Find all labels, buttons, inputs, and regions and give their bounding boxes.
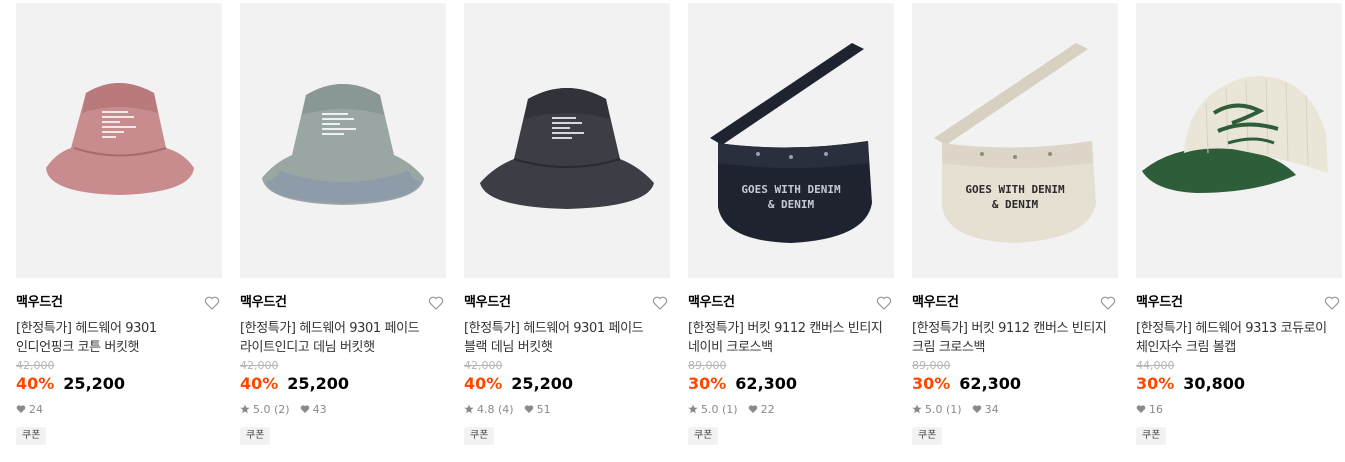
product-image[interactable] [240, 3, 446, 278]
like-count: 51 [536, 402, 551, 416]
product-image[interactable]: GOES WITH DENIM & DENIM [912, 3, 1118, 278]
review-count: (4) [498, 402, 514, 416]
product-grid: 맥우드건 [한정특가] 헤드웨어 9301 인디언핑크 코튼 버킷햇 42,00… [0, 0, 1345, 462]
coupon-badge: 쿠폰 [464, 427, 495, 445]
star-icon [464, 404, 474, 414]
sale-price: 25,200 [511, 374, 574, 393]
heart-filled-icon [748, 405, 757, 413]
rating-score: 5.0 [925, 402, 943, 416]
product-name[interactable]: [한정특가] 버킷 9112 캔버스 빈티지 네이비 크로스백 [688, 319, 894, 357]
original-price: 44,000 [1136, 359, 1175, 372]
original-price: 42,000 [464, 359, 503, 372]
discount-rate: 30% [1136, 374, 1175, 393]
product-card[interactable]: 맥우드건 [한정특가] 헤드웨어 9301 페이드 블랙 데님 버킷햇 42,0… [464, 3, 670, 445]
like-count: 43 [312, 402, 327, 416]
brand-name[interactable]: 맥우드건 [912, 293, 1118, 313]
heart-icon[interactable] [1100, 295, 1116, 311]
product-image[interactable] [16, 3, 222, 278]
brand-name[interactable]: 맥우드건 [464, 293, 670, 313]
rating-score: 5.0 [701, 402, 719, 416]
product-card[interactable]: GOES WITH DENIM & DENIM 맥우드건 [한정특가] 버킷 9… [688, 3, 894, 445]
sale-price: 25,200 [287, 374, 350, 393]
heart-icon[interactable] [428, 295, 444, 311]
product-image[interactable]: GOES WITH DENIM & DENIM [688, 3, 894, 278]
brand-name[interactable]: 맥우드건 [240, 293, 446, 313]
product-card[interactable]: 맥우드건 [한정특가] 헤드웨어 9313 코듀로이 체인자수 크림 볼캡 44… [1136, 3, 1342, 445]
discount-rate: 30% [912, 374, 951, 393]
discount-rate: 30% [688, 374, 727, 393]
like-count: 34 [984, 402, 999, 416]
heart-filled-icon [972, 405, 981, 413]
original-price: 89,000 [688, 359, 727, 372]
coupon-badge: 쿠폰 [240, 427, 271, 445]
star-icon [912, 404, 922, 414]
heart-filled-icon [524, 405, 533, 413]
like-count: 16 [1149, 402, 1163, 416]
sale-price: 30,800 [1183, 374, 1246, 393]
heart-icon[interactable] [204, 295, 220, 311]
brand-name[interactable]: 맥우드건 [688, 293, 894, 313]
svg-text:GOES WITH DENIM: GOES WITH DENIM [741, 183, 841, 196]
sale-price: 25,200 [63, 374, 126, 393]
product-name[interactable]: [한정특가] 헤드웨어 9301 페이드 블랙 데님 버킷햇 [464, 319, 670, 357]
heart-filled-icon [300, 405, 309, 413]
star-icon [688, 404, 698, 414]
like-count: 22 [760, 402, 775, 416]
heart-icon[interactable] [1324, 295, 1340, 311]
product-name[interactable]: [한정특가] 헤드웨어 9313 코듀로이 체인자수 크림 볼캡 [1136, 319, 1342, 357]
product-image[interactable] [464, 3, 670, 278]
svg-text:GOES WITH DENIM: GOES WITH DENIM [965, 183, 1065, 196]
like-count: 24 [29, 402, 43, 416]
product-name[interactable]: [한정특가] 버킷 9112 캔버스 빈티지 크림 크로스백 [912, 319, 1118, 357]
review-count: (1) [946, 402, 962, 416]
coupon-badge: 쿠폰 [16, 427, 47, 445]
coupon-badge: 쿠폰 [1136, 427, 1167, 445]
heart-icon[interactable] [876, 295, 892, 311]
product-image[interactable] [1136, 3, 1342, 278]
original-price: 42,000 [16, 359, 55, 372]
coupon-badge: 쿠폰 [912, 427, 943, 445]
rating-score: 5.0 [253, 402, 271, 416]
discount-rate: 40% [464, 374, 503, 393]
coupon-badge: 쿠폰 [688, 427, 719, 445]
brand-name[interactable]: 맥우드건 [1136, 293, 1342, 313]
svg-text:& DENIM: & DENIM [768, 198, 815, 211]
product-name[interactable]: [한정특가] 헤드웨어 9301 인디언핑크 코튼 버킷햇 [16, 319, 222, 357]
product-card[interactable]: 맥우드건 [한정특가] 헤드웨어 9301 인디언핑크 코튼 버킷햇 42,00… [16, 3, 222, 445]
star-icon [240, 404, 250, 414]
review-count: (1) [722, 402, 738, 416]
heart-icon[interactable] [652, 295, 668, 311]
svg-text:& DENIM: & DENIM [992, 198, 1039, 211]
discount-rate: 40% [240, 374, 279, 393]
original-price: 42,000 [240, 359, 279, 372]
brand-name[interactable]: 맥우드건 [16, 293, 222, 313]
rating-score: 4.8 [477, 402, 495, 416]
sale-price: 62,300 [735, 374, 798, 393]
discount-rate: 40% [16, 374, 55, 393]
sale-price: 62,300 [959, 374, 1022, 393]
product-name[interactable]: [한정특가] 헤드웨어 9301 페이드 라이트인디고 데님 버킷햇 [240, 319, 446, 357]
product-card[interactable]: GOES WITH DENIM & DENIM 맥우드건 [한정특가] 버킷 9… [912, 3, 1118, 445]
original-price: 89,000 [912, 359, 951, 372]
product-card[interactable]: 맥우드건 [한정특가] 헤드웨어 9301 페이드 라이트인디고 데님 버킷햇 … [240, 3, 446, 445]
heart-filled-icon [16, 405, 26, 413]
heart-filled-icon [1136, 405, 1146, 413]
review-count: (2) [274, 402, 290, 416]
